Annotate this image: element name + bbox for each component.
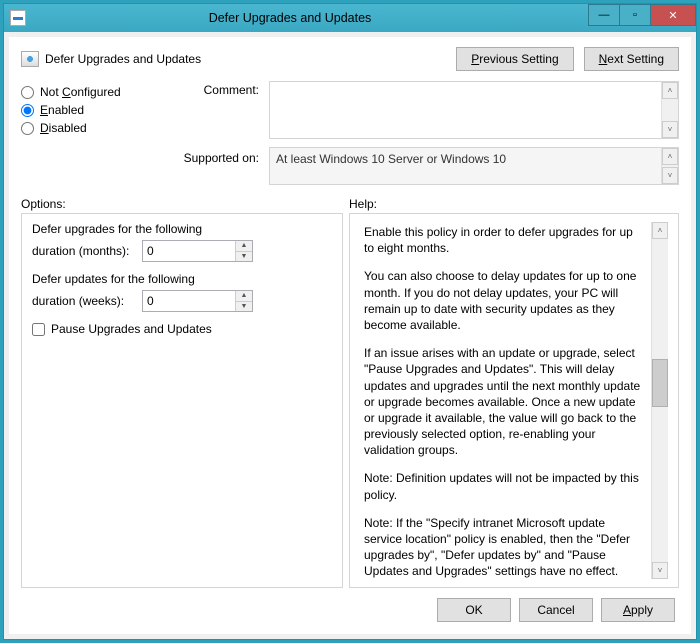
content-area: Defer Upgrades and Updates Previous Sett… — [9, 37, 691, 634]
upgrades-duration-input[interactable] — [143, 241, 235, 261]
comment-field-wrap: ˄ ˅ — [269, 81, 679, 139]
window-controls: — ▫ ✕ — [589, 4, 696, 26]
policy-editor-window: Defer Upgrades and Updates — ▫ ✕ Defer U… — [3, 3, 697, 640]
updates-duration-spinner[interactable]: ▲ ▼ — [142, 290, 253, 312]
updates-duration-label: duration (weeks): — [32, 294, 142, 308]
state-disabled[interactable]: Disabled — [21, 121, 166, 135]
enabled-radio[interactable] — [21, 104, 34, 117]
pause-checkbox-row[interactable]: Pause Upgrades and Updates — [32, 322, 332, 336]
scroll-down-icon[interactable]: ˅ — [662, 121, 678, 138]
scroll-down-icon[interactable]: ˅ — [662, 167, 678, 184]
cancel-button[interactable]: Cancel — [519, 598, 593, 622]
ok-button[interactable]: OK — [437, 598, 511, 622]
upgrades-duration-label: duration (months): — [32, 244, 142, 258]
pause-checkbox[interactable] — [32, 323, 45, 336]
policy-title-text: Defer Upgrades and Updates — [45, 52, 201, 66]
supported-on-label: Supported on: — [170, 139, 265, 165]
scroll-up-icon[interactable]: ˄ — [662, 148, 678, 165]
comment-field[interactable] — [270, 82, 661, 138]
spin-down-icon[interactable]: ▼ — [235, 251, 252, 262]
help-pane: Enable this policy in order to defer upg… — [349, 213, 679, 588]
spin-up-icon[interactable]: ▲ — [235, 291, 252, 301]
comment-label: Comment: — [170, 81, 265, 97]
scroll-thumb[interactable] — [652, 359, 668, 407]
defer-upgrades-label: Defer upgrades for the following — [32, 222, 332, 236]
state-not-configured[interactable]: Not Configured — [21, 85, 166, 99]
help-text: Enable this policy in order to defer upg… — [360, 222, 651, 579]
close-button[interactable]: ✕ — [650, 4, 696, 26]
state-enabled[interactable]: Enabled — [21, 103, 166, 117]
scroll-up-icon[interactable]: ˄ — [662, 82, 678, 99]
help-label: Help: — [349, 197, 377, 211]
options-pane: Defer upgrades for the following duratio… — [21, 213, 343, 588]
minimize-button[interactable]: — — [588, 4, 620, 26]
upgrades-duration-spinner[interactable]: ▲ ▼ — [142, 240, 253, 262]
scroll-up-icon[interactable]: ˄ — [652, 222, 668, 239]
titlebar[interactable]: Defer Upgrades and Updates — ▫ ✕ — [4, 4, 696, 32]
window-title: Defer Upgrades and Updates — [4, 11, 576, 25]
disabled-radio[interactable] — [21, 122, 34, 135]
previous-setting-button[interactable]: Previous Setting — [456, 47, 573, 71]
options-label: Options: — [21, 197, 349, 211]
spin-down-icon[interactable]: ▼ — [235, 301, 252, 312]
scroll-down-icon[interactable]: ˅ — [652, 562, 668, 579]
next-setting-button[interactable]: Next Setting — [584, 47, 679, 71]
policy-title: Defer Upgrades and Updates — [21, 51, 201, 67]
supported-scrollbar[interactable]: ˄ ˅ — [661, 148, 678, 184]
supported-on-field: At least Windows 10 Server or Windows 10 — [270, 148, 661, 184]
defer-updates-label: Defer updates for the following — [32, 272, 332, 286]
policy-icon — [21, 51, 39, 67]
dialog-buttons: OK Cancel Apply — [21, 588, 679, 624]
supported-on-wrap: At least Windows 10 Server or Windows 10… — [269, 147, 679, 185]
updates-duration-input[interactable] — [143, 291, 235, 311]
pause-checkbox-label: Pause Upgrades and Updates — [51, 322, 212, 336]
comment-scrollbar[interactable]: ˄ ˅ — [661, 82, 678, 138]
help-scrollbar[interactable]: ˄ ˅ — [651, 222, 668, 579]
maximize-button[interactable]: ▫ — [619, 4, 651, 26]
spin-up-icon[interactable]: ▲ — [235, 241, 252, 251]
not-configured-radio[interactable] — [21, 86, 34, 99]
apply-button[interactable]: Apply — [601, 598, 675, 622]
